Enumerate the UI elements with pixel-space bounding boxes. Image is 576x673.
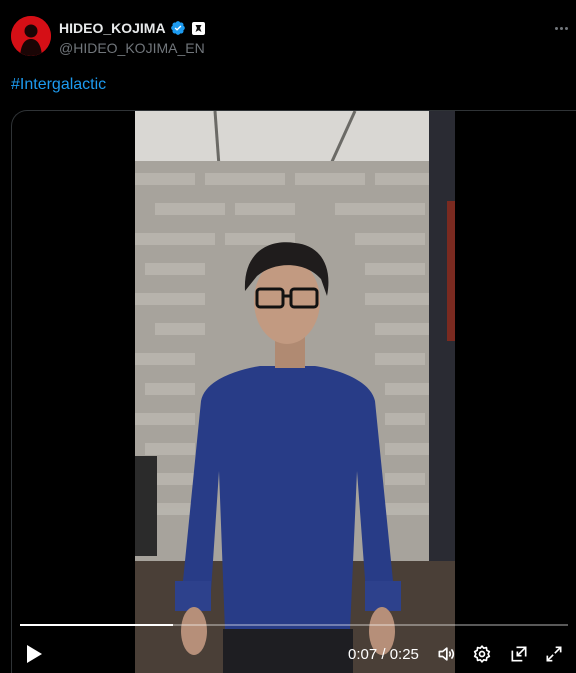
video-controls: 0:07 / 0:25 [12,616,576,673]
affiliate-badge-icon[interactable] [191,21,205,35]
settings-icon[interactable] [472,644,492,664]
verified-badge-icon [170,20,186,36]
play-icon[interactable] [24,643,44,665]
video-frame[interactable] [135,111,455,673]
video-time: 0:07 / 0:25 [348,646,419,663]
display-name[interactable]: HIDEO_KOJIMA [59,20,166,36]
user-handle[interactable]: @HIDEO_KOJIMA_EN [59,40,205,56]
fullscreen-icon[interactable] [544,644,564,664]
tweet-header: HIDEO_KOJIMA @HIDEO_KOJIMA_EN [0,0,576,70]
video-player[interactable]: 0:07 / 0:25 [11,110,576,673]
more-options-icon[interactable] [550,18,572,38]
avatar[interactable] [11,16,51,56]
tweet-text-hashtag[interactable]: #Intergalactic [11,76,106,94]
video-still-image [135,111,455,673]
name-row: HIDEO_KOJIMA [59,19,205,37]
volume-icon[interactable] [436,644,456,664]
progress-bar-fill [20,624,174,626]
avatar-silhouette-icon [11,16,51,56]
progress-bar[interactable] [20,624,568,626]
pop-out-icon[interactable] [509,644,529,664]
